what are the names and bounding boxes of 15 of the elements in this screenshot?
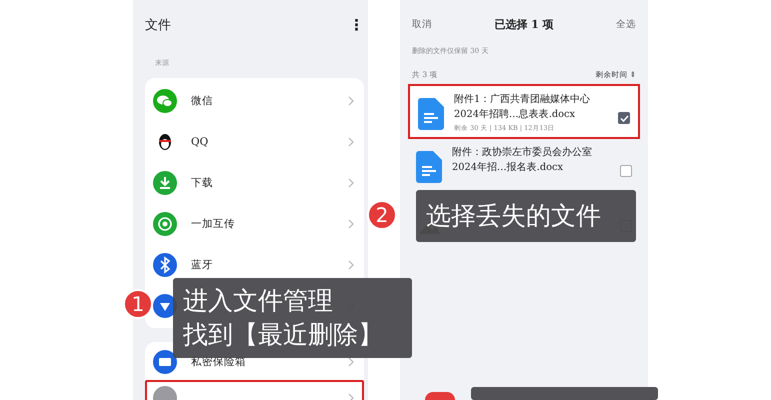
source-label: 私密保险箱	[191, 355, 247, 369]
selection-title: 已选择 1 项	[494, 16, 554, 32]
source-label: 微信	[191, 94, 214, 108]
file-name: 附件：政协崇左市委员会办公室2024年招…报名表.docx	[452, 146, 593, 175]
source-label: 蓝牙	[191, 258, 214, 272]
source-label: 下载	[191, 176, 214, 190]
source-label: QQ	[191, 136, 210, 148]
step-number-badge: 2	[367, 200, 397, 230]
instruction-text: 找到【最近删除】	[183, 319, 384, 351]
file-name: 附件1：广西共青团融媒体中心2024年招聘…息表表.docx	[454, 92, 592, 122]
instruction-text: 进入文件管理	[183, 285, 334, 317]
step-number-badge: 1	[123, 289, 153, 319]
screen-title: 文件	[145, 17, 171, 34]
instruction-text: 选择丢失的文件	[426, 200, 602, 232]
source-label: 一加互传	[191, 216, 236, 230]
